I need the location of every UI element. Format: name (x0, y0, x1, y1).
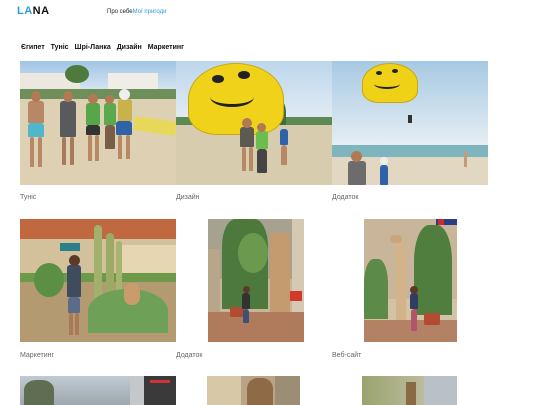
site-logo[interactable]: LANA (17, 5, 50, 17)
giraffe-hotel-photo[interactable] (364, 219, 457, 342)
giraffe-statue-photo[interactable] (208, 219, 304, 342)
photo-caption: Додаток (176, 352, 203, 359)
category-design[interactable]: Дизайн (117, 44, 142, 51)
nav-about-link[interactable]: Про себе (107, 9, 133, 15)
category-filter-nav: Єгипет Туніс Шрі-Ланка Дизайн Маркетинг (21, 44, 188, 51)
category-sri-lanka[interactable]: Шрі-Ланка (75, 44, 111, 51)
photo-caption: Туніс (20, 194, 37, 201)
gallery-photo-partial[interactable] (362, 376, 457, 405)
category-marketing[interactable]: Маркетинг (148, 44, 184, 51)
photo-caption: Дизайн (176, 194, 200, 201)
category-tunisia[interactable]: Туніс (51, 44, 69, 51)
site-header: LANA Про себеМої пригоди (0, 0, 540, 28)
cactus-garden-photo[interactable] (20, 219, 176, 342)
parasail-smiley-photo[interactable] (176, 61, 332, 185)
logo-part-2: NA (32, 5, 50, 17)
photo-caption: Додаток (332, 194, 359, 201)
gallery-photo-partial[interactable] (207, 376, 300, 405)
top-nav: Про себеМої пригоди (107, 9, 166, 15)
gallery-photo-partial[interactable] (20, 376, 176, 405)
photo-caption: Маркетинг (20, 352, 55, 359)
logo-part-1: LA (17, 5, 33, 17)
photo-caption: Веб-сайт (332, 352, 362, 359)
beach-group-photo[interactable] (20, 61, 176, 185)
category-egypt[interactable]: Єгипет (21, 44, 45, 51)
parasail-sea-photo[interactable] (332, 61, 488, 185)
nav-adventures-link[interactable]: Мої пригоди (133, 9, 167, 15)
